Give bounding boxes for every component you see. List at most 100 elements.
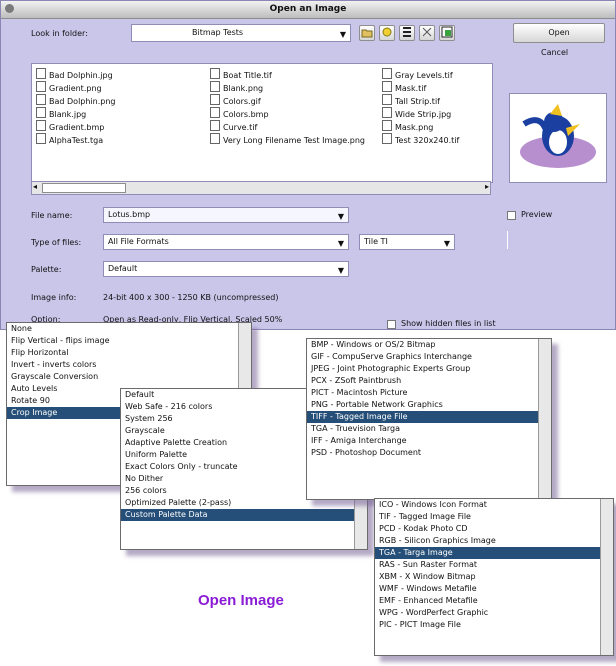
- show-hidden-checkbox[interactable]: [387, 320, 396, 329]
- file-item[interactable]: Test 320x240.tif: [382, 133, 459, 146]
- file-icon: [36, 81, 46, 92]
- encoding-menu-item[interactable]: PCX - ZSoft Paintbrush: [307, 375, 539, 387]
- file-list-scrollbar[interactable]: ◂ ▸: [31, 181, 491, 195]
- chevron-down-icon: ▼: [443, 239, 450, 248]
- encoding-menu-item[interactable]: PNG - Portable Network Graphics: [307, 399, 539, 411]
- preview-icon[interactable]: [439, 25, 455, 41]
- preview-checkbox[interactable]: [507, 211, 516, 220]
- color-menu-item[interactable]: Custom Palette Data: [121, 509, 355, 521]
- file-item[interactable]: Wide Strip.jpg: [382, 107, 459, 120]
- file-item[interactable]: Boat Title.tif: [210, 68, 365, 81]
- encoding-menu-item[interactable]: BMP - Windows or OS/2 Bitmap: [307, 339, 539, 351]
- file-name: Gray Levels.tif: [395, 71, 453, 80]
- format-menu-item[interactable]: TGA - Targa Image: [375, 547, 601, 559]
- file-icon: [210, 107, 220, 118]
- encoding-menu-item[interactable]: PSD - Photoshop Document: [307, 447, 539, 459]
- file-item[interactable]: Curve.tif: [210, 120, 365, 133]
- format-menu-item[interactable]: PIC - PICT Image File: [375, 619, 601, 631]
- file-icon: [36, 94, 46, 105]
- format-menu-item[interactable]: RGB - Silicon Graphics Image: [375, 535, 601, 547]
- cancel-button[interactable]: Cancel: [541, 48, 568, 57]
- file-type-select[interactable]: All File Formats ▼: [103, 234, 349, 250]
- encoding-menu-item[interactable]: JPEG - Joint Photographic Experts Group: [307, 363, 539, 375]
- encoding-scrollbar[interactable]: [538, 339, 551, 499]
- new-folder-icon[interactable]: [379, 25, 395, 41]
- file-item[interactable]: Gradient.png: [36, 81, 116, 94]
- image-info-label: Image info:: [31, 293, 77, 302]
- encoding-menu-item[interactable]: GIF - CompuServe Graphics Interchange: [307, 351, 539, 363]
- file-item[interactable]: Blank.jpg: [36, 107, 116, 120]
- file-name-input[interactable]: Lotus.bmp ▼: [103, 207, 349, 223]
- file-icon: [382, 81, 392, 92]
- options-menu-item[interactable]: Flip Vertical - flips image: [7, 335, 239, 347]
- file-name: Bad Dolphin.png: [49, 97, 116, 106]
- file-icon: [210, 120, 220, 131]
- scroll-thumb[interactable]: [42, 183, 126, 193]
- file-name: Boat Title.tif: [223, 71, 272, 80]
- options-menu-item[interactable]: None: [7, 323, 239, 335]
- scroll-right-icon[interactable]: ▸: [485, 182, 489, 191]
- file-icon: [382, 133, 392, 144]
- encoding-menu-item[interactable]: TGA - Truevision Targa: [307, 423, 539, 435]
- encoding-value: Tile TI: [364, 237, 388, 246]
- file-name: AlphaTest.tga: [49, 136, 104, 145]
- format-menu-item[interactable]: WPG - WordPerfect Graphic: [375, 607, 601, 619]
- file-item[interactable]: Gradient.bmp: [36, 120, 116, 133]
- file-icon: [210, 81, 220, 92]
- encoding-menu-item[interactable]: TIFF - Tagged Image File: [307, 411, 539, 423]
- format-popup[interactable]: ICO - Windows Icon Format TIF - Tagged Im…: [374, 498, 614, 656]
- divider: [507, 231, 508, 249]
- file-icon: [210, 68, 220, 79]
- format-menu-item[interactable]: XBM - X Window Bitmap: [375, 571, 601, 583]
- format-menu-item[interactable]: EMF - Enhanced Metafile: [375, 595, 601, 607]
- file-item[interactable]: Bad Dolphin.png: [36, 94, 116, 107]
- encoding-menu-item[interactable]: IFF - Amiga Interchange: [307, 435, 539, 447]
- file-item[interactable]: Colors.gif: [210, 94, 365, 107]
- file-item[interactable]: Very Long Filename Test Image.png: [210, 133, 365, 146]
- chevron-down-icon: ▼: [339, 30, 346, 39]
- scroll-left-icon[interactable]: ◂: [33, 182, 37, 191]
- file-item[interactable]: Mask.png: [382, 120, 459, 133]
- open-button[interactable]: Open: [513, 23, 605, 43]
- preview-image: [509, 93, 607, 183]
- file-name: Blank.jpg: [49, 110, 87, 119]
- list-view-icon[interactable]: [399, 25, 415, 41]
- file-item[interactable]: Blank.png: [210, 81, 365, 94]
- options-menu-item[interactable]: Invert - inverts colors: [7, 359, 239, 371]
- options-menu-item[interactable]: Flip Horizontal: [7, 347, 239, 359]
- encoding-select[interactable]: Tile TI ▼: [359, 234, 455, 250]
- detail-view-icon[interactable]: [419, 25, 435, 41]
- file-icon: [210, 94, 220, 105]
- palette-select[interactable]: Default ▼: [103, 261, 349, 277]
- window-title: Open an Image: [269, 4, 347, 14]
- file-item[interactable]: Colors.bmp: [210, 107, 365, 120]
- up-folder-icon[interactable]: [359, 25, 375, 41]
- chevron-down-icon: ▼: [337, 239, 344, 248]
- preview-label: Preview: [521, 210, 553, 219]
- file-name: Curve.tif: [223, 123, 258, 132]
- file-item[interactable]: AlphaTest.tga: [36, 133, 116, 146]
- encoding-popup[interactable]: BMP - Windows or OS/2 Bitmap GIF - CompuS…: [306, 338, 552, 500]
- format-menu-item[interactable]: TIF - Tagged Image File: [375, 511, 601, 523]
- file-item[interactable]: Bad Dolphin.jpg: [36, 68, 116, 81]
- chevron-down-icon: ▼: [337, 212, 344, 221]
- file-icon: [36, 107, 46, 118]
- file-name: Mask.png: [395, 123, 434, 132]
- file-icon: [36, 120, 46, 131]
- file-name: Mask.tif: [395, 84, 427, 93]
- title-bar: Open an Image: [1, 1, 615, 19]
- encoding-menu-item[interactable]: PICT - Macintosh Picture: [307, 387, 539, 399]
- format-scrollbar[interactable]: [600, 499, 613, 655]
- format-menu-item[interactable]: ICO - Windows Icon Format: [375, 499, 601, 511]
- file-item[interactable]: Gray Levels.tif: [382, 68, 459, 81]
- options-menu-item[interactable]: Grayscale Conversion: [7, 371, 239, 383]
- format-menu-item[interactable]: PCD - Kodak Photo CD: [375, 523, 601, 535]
- file-icon: [382, 68, 392, 79]
- format-menu-item[interactable]: WMF - Windows Metafile: [375, 583, 601, 595]
- file-item[interactable]: Tall Strip.tif: [382, 94, 459, 107]
- file-list[interactable]: Bad Dolphin.jpg Gradient.png Bad Dolphin.p…: [31, 63, 493, 183]
- folder-select[interactable]: Bitmap Tests ▼: [131, 24, 351, 42]
- format-menu-item[interactable]: RAS - Sun Raster Format: [375, 559, 601, 571]
- file-item[interactable]: Mask.tif: [382, 81, 459, 94]
- file-icon: [382, 107, 392, 118]
